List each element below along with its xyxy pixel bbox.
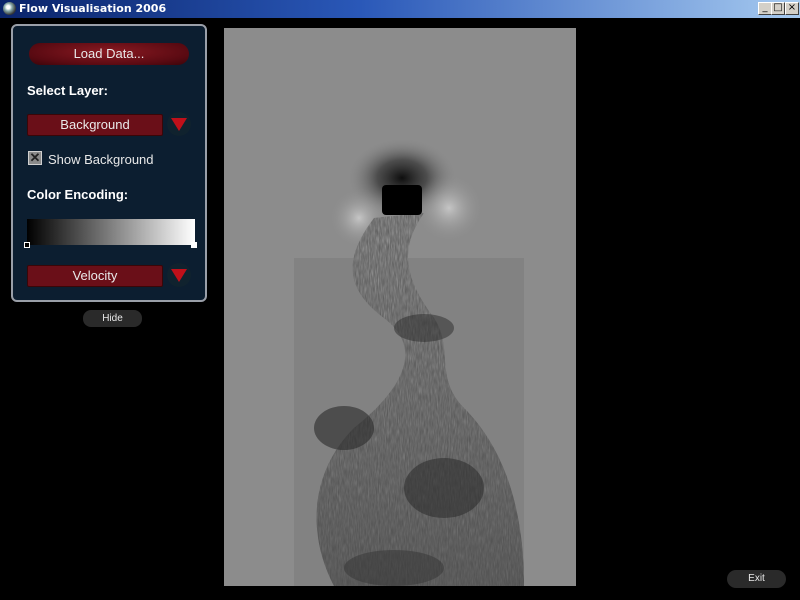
flow-field [224, 28, 576, 586]
control-panel: Load Data... Select Layer: Background ✕ … [11, 24, 207, 302]
load-data-button[interactable]: Load Data... [29, 43, 189, 65]
flow-visualisation[interactable] [224, 28, 576, 586]
colormap-handle-max[interactable] [191, 242, 197, 248]
select-layer-label: Select Layer: [27, 83, 108, 98]
dropdown-arrow-icon[interactable] [167, 112, 191, 136]
close-button[interactable]: × [785, 2, 799, 15]
colormap-handle-min[interactable] [24, 242, 30, 248]
maximize-button[interactable]: □ [771, 2, 785, 15]
check-icon: ✕ [29, 150, 41, 165]
show-background-label: Show Background [48, 152, 154, 167]
minimize-button[interactable]: _ [758, 2, 772, 15]
title-bar: Flow Visualisation 2006 _ □ × [0, 0, 800, 18]
app-icon [3, 2, 16, 15]
colormap-bar [27, 219, 195, 245]
property-select[interactable]: Velocity [27, 265, 163, 287]
exit-button[interactable]: Exit [727, 570, 786, 588]
window-title: Flow Visualisation 2006 [19, 2, 167, 15]
dropdown-arrow-icon[interactable] [167, 263, 191, 287]
show-background-checkbox[interactable]: ✕ [28, 151, 42, 165]
layer-select[interactable]: Background [27, 114, 163, 136]
color-encoding-label: Color Encoding: [27, 187, 129, 202]
hide-button[interactable]: Hide [83, 310, 142, 327]
